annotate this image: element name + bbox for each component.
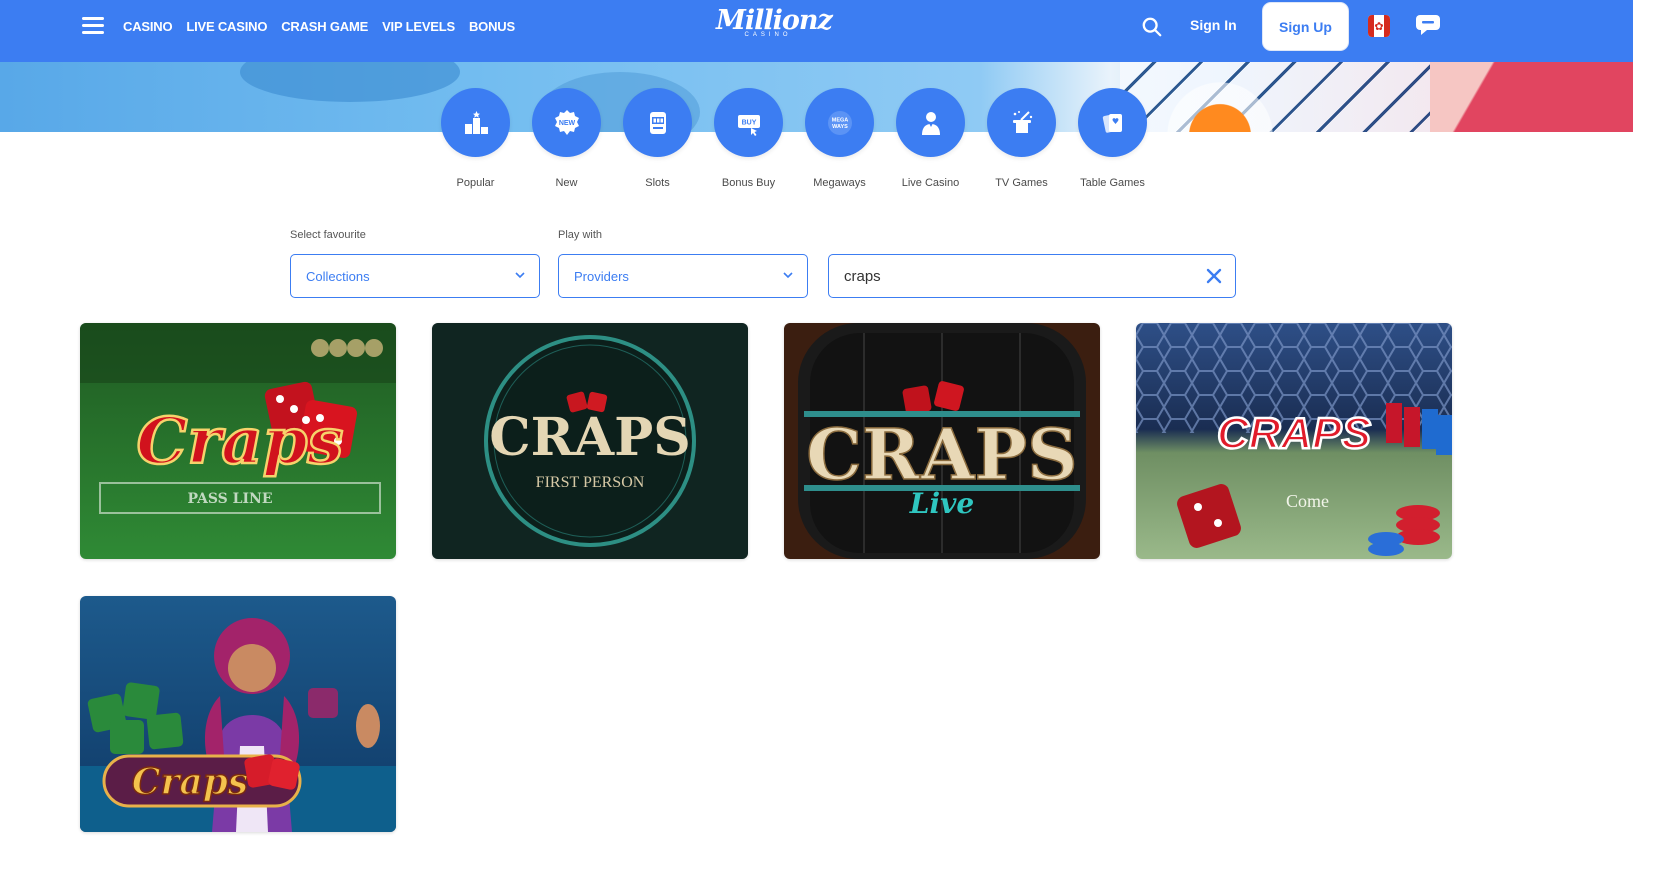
playing-cards-icon — [1102, 113, 1122, 133]
chevron-down-icon — [783, 272, 793, 279]
play-with-label: Play with — [558, 229, 603, 241]
hamburger-menu-icon[interactable] — [82, 17, 104, 35]
nav-casino[interactable]: CASINO — [123, 19, 173, 34]
clear-search-icon[interactable] — [1205, 267, 1223, 285]
category-label: Live Casino — [901, 177, 960, 189]
sign-up-button[interactable]: Sign Up — [1262, 2, 1349, 51]
canada-flag-icon[interactable]: ✿ — [1368, 15, 1390, 37]
game-tile-craps-live[interactable]: CRAPS Live — [784, 323, 1100, 559]
category-slots[interactable]: Slots — [623, 88, 692, 189]
search-icon[interactable] — [1141, 16, 1163, 38]
favourite-label: Select favourite — [290, 229, 366, 241]
game-thumbnail: CRAPS Live — [784, 323, 1100, 559]
game-thumbnail: CRAPS FIRST PERSON — [432, 323, 748, 559]
nav-crash-game[interactable]: CRASH GAME — [281, 19, 368, 34]
magic-hat-icon — [1012, 110, 1032, 133]
top-navbar: CASINO LIVE CASINO CRASH GAME VIP LEVELS… — [0, 0, 1633, 62]
category-megaways[interactable]: MEGA WAYS Megaways — [805, 88, 874, 189]
category-popular[interactable]: Popular — [441, 88, 510, 189]
svg-text:Craps: Craps — [132, 761, 248, 803]
game-search-field[interactable] — [828, 254, 1236, 298]
category-row: Popular NEW New Slots BUY Bonus Buy MEGA… — [441, 88, 1147, 189]
svg-text:CRAPS: CRAPS — [489, 407, 691, 468]
collections-dropdown[interactable]: Collections — [290, 254, 540, 298]
category-label: Bonus Buy — [721, 177, 776, 189]
game-tile-craps-1[interactable]: PASS LINE Craps — [80, 323, 396, 559]
svg-text:CRAPS: CRAPS — [1217, 409, 1371, 458]
chevron-down-icon — [515, 272, 525, 279]
chat-icon[interactable] — [1415, 14, 1441, 36]
search-input[interactable] — [829, 255, 1189, 297]
svg-text:Live: Live — [909, 487, 974, 520]
dealer-icon — [921, 111, 940, 135]
providers-dropdown[interactable]: Providers — [558, 254, 808, 298]
category-label: TV Games — [995, 177, 1048, 189]
category-new[interactable]: NEW New — [532, 88, 601, 189]
svg-text:MEGA: MEGA — [831, 117, 848, 123]
nav-bonus[interactable]: BONUS — [469, 19, 515, 34]
nav-vip-levels[interactable]: VIP LEVELS — [382, 19, 455, 34]
category-label: Popular — [456, 177, 495, 189]
svg-text:CRAPS: CRAPS — [806, 413, 1077, 496]
game-tile-craps-pragmatic[interactable]: Craps — [80, 596, 396, 832]
svg-text:PASS LINE: PASS LINE — [187, 491, 272, 507]
nav-live-casino[interactable]: LIVE CASINO — [186, 19, 267, 34]
svg-text:BUY: BUY — [741, 119, 756, 126]
svg-text:FIRST PERSON: FIRST PERSON — [536, 474, 645, 491]
game-thumbnail: PASS LINE Craps — [80, 323, 396, 559]
main-nav: CASINO LIVE CASINO CRASH GAME VIP LEVELS… — [123, 0, 515, 52]
slot-machine-icon — [649, 111, 666, 134]
category-label: New — [555, 177, 578, 189]
category-label: Megaways — [813, 177, 866, 189]
category-bonus-buy[interactable]: BUY Bonus Buy — [714, 88, 783, 189]
providers-value: Providers — [574, 268, 629, 284]
category-tv-games[interactable]: TV Games — [987, 88, 1056, 189]
svg-text:WAYS: WAYS — [832, 124, 848, 130]
page: CASINO LIVE CASINO CRASH GAME VIP LEVELS… — [0, 0, 1665, 877]
new-badge-icon: NEW — [554, 109, 579, 135]
megaways-icon: MEGA WAYS — [827, 110, 852, 135]
svg-text:NEW: NEW — [558, 120, 575, 127]
game-thumbnail: CRAPS Come — [1136, 323, 1452, 559]
bonus-buy-icon: BUY — [737, 114, 760, 136]
svg-text:Come: Come — [1286, 491, 1329, 511]
podium-icon — [464, 110, 488, 134]
sign-in-button[interactable]: Sign In — [1190, 17, 1237, 33]
game-tile-craps-2[interactable]: CRAPS FIRST PERSON — [432, 323, 748, 559]
category-table-games[interactable]: Table Games — [1078, 88, 1147, 189]
svg-text:Craps: Craps — [137, 404, 344, 479]
logo[interactable]: Millionz CASINO — [716, 6, 833, 46]
collections-value: Collections — [306, 268, 370, 284]
category-live-casino[interactable]: Live Casino — [896, 88, 965, 189]
category-label: Slots — [645, 177, 670, 189]
game-thumbnail: Craps — [80, 596, 396, 832]
category-label: Table Games — [1080, 177, 1145, 189]
game-tile-craps-3d[interactable]: CRAPS Come — [1136, 323, 1452, 559]
